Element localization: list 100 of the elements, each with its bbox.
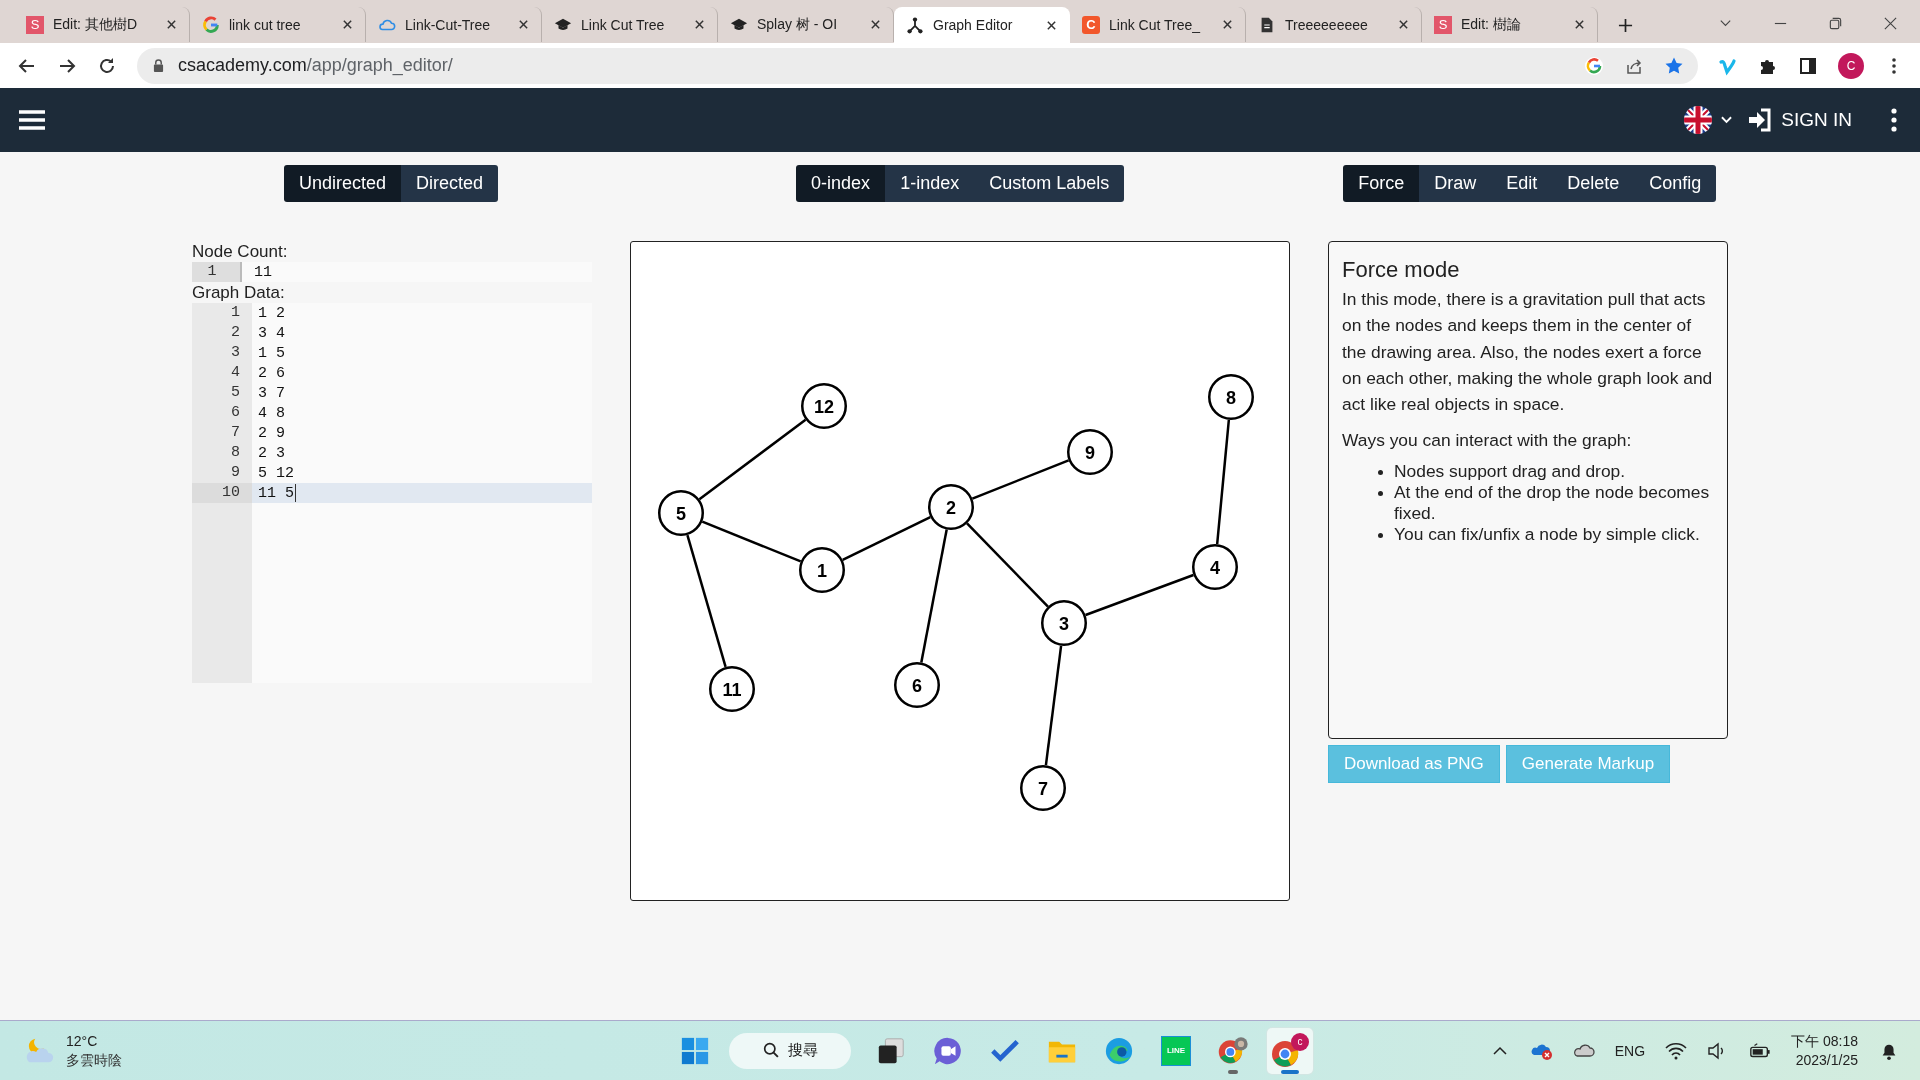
- browser-tab[interactable]: Link-Cut-Tree: [366, 7, 542, 42]
- bullet-icon: [1378, 470, 1383, 476]
- mode-button[interactable]: Config: [1634, 165, 1717, 202]
- list-item: Nodes support drag and drop.: [1394, 461, 1626, 483]
- code-line: 1 5: [257, 344, 285, 362]
- close-icon[interactable]: [1046, 19, 1057, 31]
- graph-node[interactable]: 1: [799, 547, 845, 593]
- line-number: 1: [192, 303, 252, 323]
- graph-icon: [906, 16, 924, 34]
- weather-text: 多雲時陰: [66, 1050, 122, 1070]
- line-number: 9: [192, 463, 252, 483]
- browser-icon[interactable]: [1217, 1035, 1249, 1066]
- line-number: 6: [192, 403, 252, 423]
- graph-node[interactable]: 12: [801, 383, 847, 429]
- browser-tab[interactable]: S Edit: 樹論: [1422, 7, 1598, 42]
- close-icon[interactable]: [1574, 19, 1585, 30]
- google-icon: [202, 15, 220, 34]
- address-field[interactable]: csacademy.com/app/graph_editor/: [137, 47, 1698, 84]
- graph-node[interactable]: 2: [928, 484, 974, 530]
- browser-tab[interactable]: link cut tree: [190, 7, 366, 42]
- date-text: 2023/1/25: [1795, 1050, 1858, 1070]
- code-line: 2 3: [257, 444, 285, 462]
- more-icon[interactable]: [1890, 108, 1898, 132]
- graph-data-editor[interactable]: 1 1 2 2 3 4 3 1 5 4 2 6 5 3 7 6 4 8 7 2 9 8 2 3 9 5 12 10 11 5: [192, 303, 592, 683]
- close-icon[interactable]: [694, 19, 705, 30]
- close-icon[interactable]: [1883, 16, 1898, 31]
- list-item: You can fix/unfix a node by simple click.: [1394, 524, 1700, 546]
- code-line: 2 6: [257, 364, 285, 382]
- close-icon[interactable]: [342, 19, 353, 30]
- time-text: 下午 08:18: [1791, 1031, 1858, 1051]
- running-indicator: [1281, 1069, 1299, 1074]
- line-number: 1: [192, 262, 242, 282]
- graph-node[interactable]: 9: [1067, 429, 1113, 475]
- code-line: 3 7: [257, 384, 285, 402]
- browser-tab[interactable]: C Link Cut Tree_: [1070, 7, 1246, 42]
- new-tab-icon[interactable]: [1618, 18, 1633, 33]
- bullet-icon: [1378, 491, 1383, 497]
- mode-button[interactable]: Force: [1343, 165, 1420, 202]
- chat-icon[interactable]: [932, 1035, 964, 1066]
- wifi-icon[interactable]: [1665, 1040, 1688, 1061]
- browser-tab[interactable]: Treeeeeeeee: [1246, 7, 1422, 42]
- browser-tab[interactable]: Link Cut Tree: [542, 7, 718, 42]
- sign-in-icon: [1747, 107, 1774, 133]
- line-number: 8: [192, 443, 252, 463]
- code-line: 3 4: [257, 324, 285, 342]
- lock-icon: [153, 59, 164, 72]
- running-indicator: [1228, 1069, 1238, 1074]
- bullet-icon: [1378, 533, 1383, 539]
- close-icon[interactable]: [1222, 19, 1233, 30]
- close-icon[interactable]: [518, 19, 529, 30]
- side-panel-icon[interactable]: [1798, 55, 1818, 76]
- graph-node[interactable]: 4: [1192, 544, 1238, 590]
- line-number: 4: [192, 363, 252, 383]
- text-cursor: [295, 484, 296, 502]
- graph-node[interactable]: 5: [658, 490, 704, 536]
- mode-button[interactable]: Draw: [1419, 165, 1492, 202]
- flag-icon[interactable]: [1683, 105, 1714, 135]
- graph-node[interactable]: 6: [894, 662, 940, 708]
- mode-button[interactable]: Edit: [1491, 165, 1553, 202]
- index-mode-button[interactable]: 0-index: [796, 165, 886, 202]
- graph-node[interactable]: 11: [709, 666, 755, 712]
- temperature-text: 12°C: [66, 1031, 99, 1051]
- graph-canvas[interactable]: 12 8 9 5 2 1 4 3 11 6 7: [630, 241, 1290, 901]
- windows-start-icon[interactable]: [679, 1035, 711, 1066]
- google-icon[interactable]: [1584, 55, 1604, 76]
- search-field[interactable]: 搜尋: [729, 1032, 851, 1069]
- code-line: 2 9: [257, 424, 285, 442]
- caret-icon[interactable]: [1721, 116, 1733, 124]
- graph-type-button[interactable]: Undirected: [284, 165, 402, 202]
- graph-node[interactable]: 3: [1041, 600, 1087, 646]
- restore-icon[interactable]: [1828, 16, 1843, 31]
- profile-avatar[interactable]: C: [1838, 52, 1864, 79]
- code-line: 11 5: [257, 484, 294, 502]
- graph-node[interactable]: 8: [1208, 374, 1254, 420]
- node-count-editor[interactable]: 1 11: [192, 262, 592, 282]
- list-item: At the end of the drop the node becomes fixed.: [1394, 482, 1711, 525]
- close-icon[interactable]: [1398, 19, 1409, 30]
- line-number: 2: [192, 323, 252, 343]
- browser-tab[interactable]: Graph Editor: [894, 7, 1070, 43]
- close-icon[interactable]: [166, 19, 177, 30]
- site-icon: S: [1434, 15, 1452, 34]
- site-icon: C: [1082, 15, 1100, 34]
- line-number: 5: [192, 383, 252, 403]
- section-heading: Ways you can interact with the graph:: [1342, 429, 1632, 453]
- line-number: 3: [192, 343, 252, 363]
- index-mode-button[interactable]: Custom Labels: [974, 165, 1125, 202]
- field-label: Node Count:: [192, 241, 289, 262]
- mode-button[interactable]: Delete: [1552, 165, 1635, 202]
- graph-type-button[interactable]: Directed: [401, 165, 499, 202]
- graph-node[interactable]: 7: [1020, 765, 1066, 811]
- index-mode-button[interactable]: 1-index: [885, 165, 975, 202]
- site-icon: S: [26, 15, 44, 34]
- browser-tab[interactable]: S Edit: 其他樹D: [14, 7, 190, 42]
- browser-icon[interactable]: [1103, 1035, 1135, 1066]
- search-icon: [762, 1042, 780, 1059]
- code-line: 1 2: [257, 304, 285, 322]
- close-icon[interactable]: [870, 19, 881, 30]
- language-indicator[interactable]: ENG: [1614, 1042, 1646, 1059]
- menu-icon[interactable]: [19, 109, 45, 131]
- sign-in-button[interactable]: SIGN IN: [1747, 107, 1852, 133]
